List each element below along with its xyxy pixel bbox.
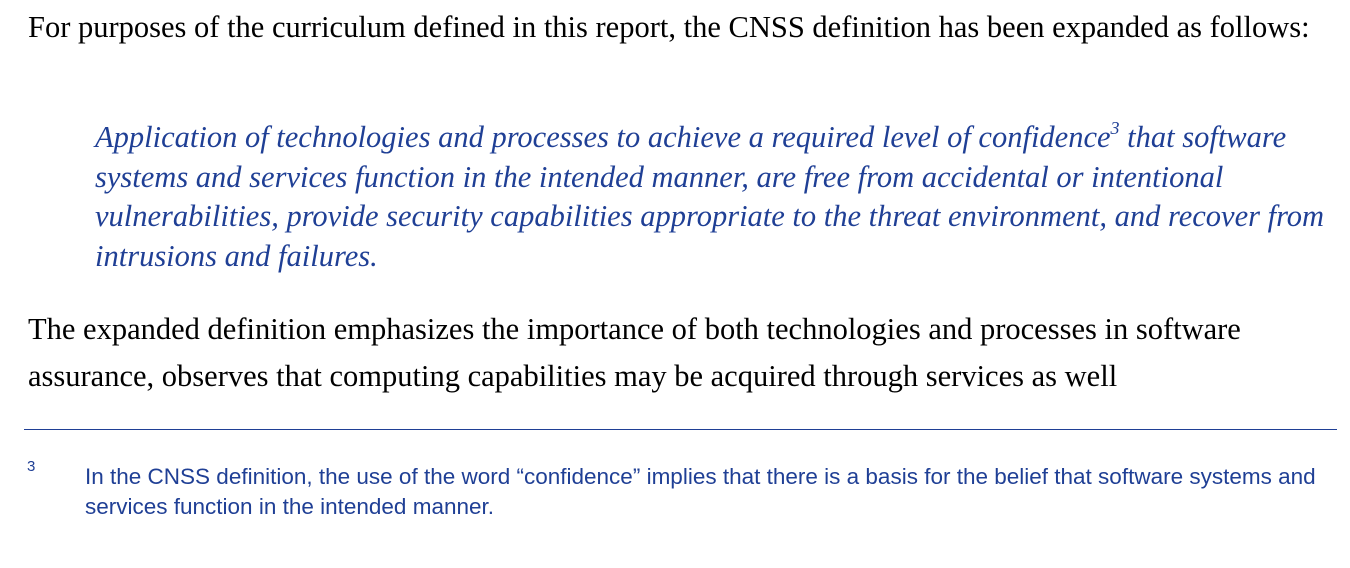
document-page: For purposes of the curriculum defined i… <box>0 0 1350 568</box>
definition-quote: Application of technologies and processe… <box>95 118 1335 276</box>
intro-paragraph: For purposes of the curriculum defined i… <box>28 10 1310 44</box>
footnote-reference[interactable]: 3 <box>1111 118 1120 138</box>
footnote-separator <box>24 429 1337 430</box>
footnote-text: In the CNSS definition, the use of the w… <box>85 464 1316 519</box>
footnote-number: 3 <box>27 458 36 475</box>
quote-text-start: Application of technologies and processe… <box>95 120 1111 154</box>
followup-paragraph: The expanded definition emphasizes the i… <box>28 312 1241 393</box>
